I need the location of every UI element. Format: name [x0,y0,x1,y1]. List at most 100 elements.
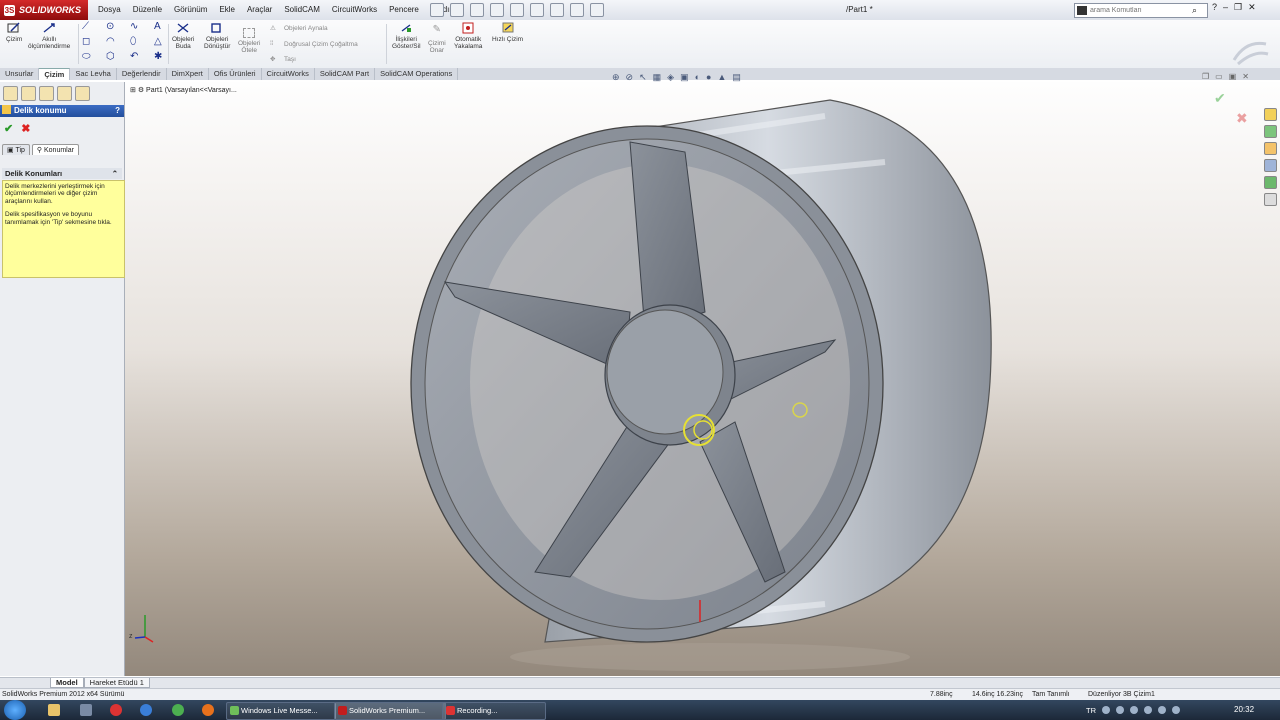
custom-properties-icon[interactable] [1264,193,1277,206]
confirm-cancel-icon[interactable]: ✖ [1236,110,1248,127]
design-library-icon[interactable] [1264,125,1277,138]
tray-power-icon[interactable] [1172,706,1180,714]
tab-ofis-urunleri[interactable]: Ofis Ürünleri [209,68,262,80]
close-icon[interactable]: ✕ [1248,2,1256,13]
previous-view-icon[interactable]: ↖ [639,72,647,83]
property-manager-icon[interactable] [21,86,36,101]
expand-icon[interactable]: ⊞ [130,87,138,94]
display-delete-relations-button[interactable]: İlişkileri Göster/Sil [392,22,421,50]
start-button[interactable] [4,700,26,720]
chrome-icon[interactable] [172,704,184,716]
zoom-fit-icon[interactable]: ⊕ [612,72,620,83]
zoom-area-icon[interactable]: ⊘ [626,72,634,83]
line-icon[interactable]: ⟋ [82,21,89,32]
menu-pencere[interactable]: Pencere [383,0,425,20]
hole-positions-group-header[interactable]: Delik Konumları ⌃ [2,168,122,179]
view-settings-icon[interactable]: ▤ [732,72,741,83]
tray-volume-icon[interactable] [1144,706,1152,714]
menu-ekle[interactable]: Ekle [213,0,241,20]
restore-icon[interactable]: ❐ [1234,2,1242,13]
spline-icon[interactable]: ∿ [130,21,138,32]
search-box[interactable]: ⌕ [1074,3,1208,18]
display-style-icon[interactable]: ▣ [680,72,689,83]
collapse-icon[interactable]: ⌃ [112,168,118,179]
open-icon[interactable] [450,3,464,17]
confirm-check-icon[interactable]: ✔ [1214,90,1226,107]
redo-icon[interactable] [530,3,544,17]
feature-tree-root[interactable]: ⊞ ⚙ Part1 (Varsayılan<<Varsayı... [130,86,237,94]
new-icon[interactable] [430,3,444,17]
sketch-button[interactable]: Çizim [6,22,22,43]
mirror-icon[interactable]: ⚠ [270,24,276,32]
select-icon[interactable] [550,3,564,17]
tab-motion-study[interactable]: Hareket Etüdü 1 [83,678,150,688]
tab-unsurlar[interactable]: Unsurlar [0,68,40,80]
linear-pattern-icon[interactable]: ⁞⁞ [270,40,274,47]
opera-icon[interactable] [110,704,122,716]
display-manager-icon[interactable] [75,86,90,101]
ie-icon[interactable] [140,704,152,716]
tray-flag-icon[interactable] [1158,706,1166,714]
view-orientation-icon[interactable]: ◈ [667,72,674,83]
appearances-icon[interactable] [1264,176,1277,189]
tab-circuitworks[interactable]: CircuitWorks [262,68,315,80]
arc-icon[interactable]: ◠ [106,36,115,47]
menu-duzenle[interactable]: Düzenle [127,0,168,20]
options-icon[interactable] [590,3,604,17]
explorer-icon[interactable] [48,704,60,716]
point-icon[interactable]: ✱ [154,51,162,62]
tray-arrow-icon[interactable] [1102,706,1110,714]
tray-app-icon[interactable] [1116,706,1124,714]
repair-sketch-button[interactable]: ✎ Çizimi Onar [428,25,446,55]
task-messenger[interactable]: Windows Live Messe... [226,702,336,720]
hide-show-icon[interactable]: ◐ [695,72,700,83]
cancel-x-icon[interactable]: ✖ [21,122,30,135]
viewport-restore-icon[interactable]: ❐ [1202,72,1209,81]
appearance-icon[interactable]: ● [706,72,711,83]
tab-degerlendir[interactable]: Değerlendir [117,68,167,80]
view-palette-icon[interactable] [1264,159,1277,172]
rebuild-icon[interactable] [570,3,584,17]
text-icon[interactable]: A [154,21,161,32]
help-icon[interactable]: ? [115,105,120,117]
firefox-icon[interactable] [202,704,214,716]
search-input[interactable] [1090,7,1190,14]
feature-manager-icon[interactable] [3,86,18,101]
clock[interactable]: 20:32 [1234,700,1254,720]
tab-tip[interactable]: ▣ Tip [2,144,30,155]
tray-network-icon[interactable] [1130,706,1138,714]
convert-entities-button[interactable]: Objeleri Dönüştür [204,22,230,50]
move-icon[interactable]: ✥ [270,55,275,63]
save-icon[interactable] [470,3,484,17]
menu-solidcam[interactable]: SolidCAM [278,0,326,20]
file-explorer-icon[interactable] [1264,142,1277,155]
tab-sac-levha[interactable]: Sac Levha [70,68,117,80]
move-entities-button[interactable]: Taşı [284,56,296,63]
smart-dimension-button[interactable]: Akıllı ölçümlendirme [28,22,70,50]
slot-icon[interactable]: ⬭ [82,51,91,62]
linear-pattern-button[interactable]: Doğrusal Çizim Çoğaltma [284,41,358,48]
tab-solidcam-part[interactable]: SolidCAM Part [315,68,376,80]
print-icon[interactable] [490,3,504,17]
dimxpert-manager-icon[interactable] [57,86,72,101]
resources-icon[interactable] [1264,108,1277,121]
quick-snaps-button[interactable]: Otomatik Yakalama [454,22,482,50]
offset-entities-button[interactable]: Objeleri Ötele [238,28,260,54]
tab-dimxpert[interactable]: DimXpert [167,68,209,80]
search-icon[interactable]: ⌕ [1192,5,1197,16]
undo-icon[interactable] [510,3,524,17]
tab-solidcam-operations[interactable]: SolidCAM Operations [375,68,459,80]
mirror-entities-button[interactable]: Objeleri Aynala [284,25,328,32]
menu-araclar[interactable]: Araçlar [241,0,278,20]
viewport-close-icon[interactable]: ✕ [1242,72,1249,81]
section-view-icon[interactable]: ▦ [653,72,662,83]
scene-icon[interactable]: ▲ [717,72,726,83]
trim-entities-button[interactable]: Objeleri Buda [172,22,194,50]
menu-gorunum[interactable]: Görünüm [168,0,213,20]
menu-dosya[interactable]: Dosya [92,0,127,20]
media-icon[interactable] [80,704,92,716]
configuration-manager-icon[interactable] [39,86,54,101]
task-recording[interactable]: Recording... [442,702,546,720]
viewport-minimize-icon[interactable]: ▭ [1215,72,1223,81]
task-solidworks[interactable]: SolidWorks Premium... [334,702,446,720]
